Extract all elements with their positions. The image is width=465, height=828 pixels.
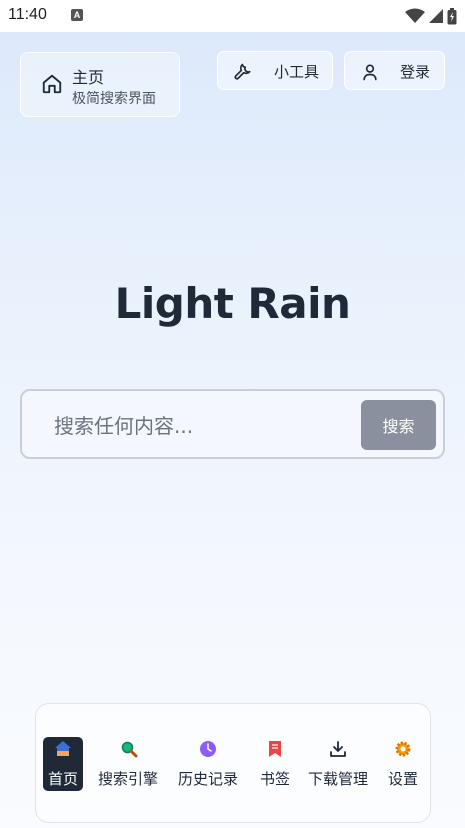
nav-item-home[interactable]: 首页 xyxy=(36,704,90,824)
nav-label-settings: 设置 xyxy=(388,770,419,788)
status-time: 11:40 xyxy=(8,6,47,23)
home-card[interactable]: 主页 极简搜索界面 xyxy=(20,52,180,117)
search-button[interactable]: 搜索 xyxy=(361,400,436,450)
nav-item-downloads[interactable]: 下载管理 xyxy=(308,704,372,824)
user-icon xyxy=(363,64,377,81)
magnifier-icon xyxy=(121,741,138,758)
bookmark-icon xyxy=(269,741,281,757)
login-button[interactable]: 登录 xyxy=(344,51,445,90)
nav-item-history[interactable]: 历史记录 xyxy=(178,704,242,824)
home-card-title: 主页 xyxy=(72,68,105,87)
home-card-subtitle: 极简搜索界面 xyxy=(72,91,156,107)
nav-label-bookmarks: 书签 xyxy=(260,770,291,788)
nav-label-downloads: 下载管理 xyxy=(308,770,369,788)
nav-item-bookmarks[interactable]: 书签 xyxy=(258,704,292,824)
home-icon xyxy=(55,741,71,756)
download-icon xyxy=(330,741,346,757)
tools-button-label: 小工具 xyxy=(274,63,320,81)
nav-label-search-engine: 搜索引擎 xyxy=(98,770,159,788)
battery-icon xyxy=(447,7,457,24)
status-bar: 11:40 A xyxy=(0,0,465,32)
wrench-icon xyxy=(234,63,251,80)
nav-label-history: 历史记录 xyxy=(178,770,239,788)
home-icon xyxy=(42,74,62,94)
nav-label-home: 首页 xyxy=(48,770,79,788)
nav-item-settings[interactable]: 设置 xyxy=(386,704,420,824)
nav-item-search-engine[interactable]: 搜索引擎 xyxy=(98,704,162,824)
wifi-icon xyxy=(405,8,425,23)
login-button-label: 登录 xyxy=(400,63,431,81)
app-screen: 11:40 A 主页 极简搜索界面 小工具 登录 Light Rain 搜索任何… xyxy=(0,0,465,828)
bottom-nav: 首页 搜索引擎 历史记录 书签 下载管理 设置 xyxy=(35,703,431,823)
search-bar: 搜索 xyxy=(20,389,445,459)
notification-icon: A xyxy=(71,9,83,21)
gear-icon xyxy=(395,741,411,757)
brand-title: Light Rain xyxy=(114,279,351,328)
search-input[interactable] xyxy=(52,411,356,441)
signal-icon xyxy=(429,9,443,23)
status-icons xyxy=(405,7,457,25)
tools-button[interactable]: 小工具 xyxy=(217,51,333,90)
clock-icon xyxy=(200,741,216,757)
